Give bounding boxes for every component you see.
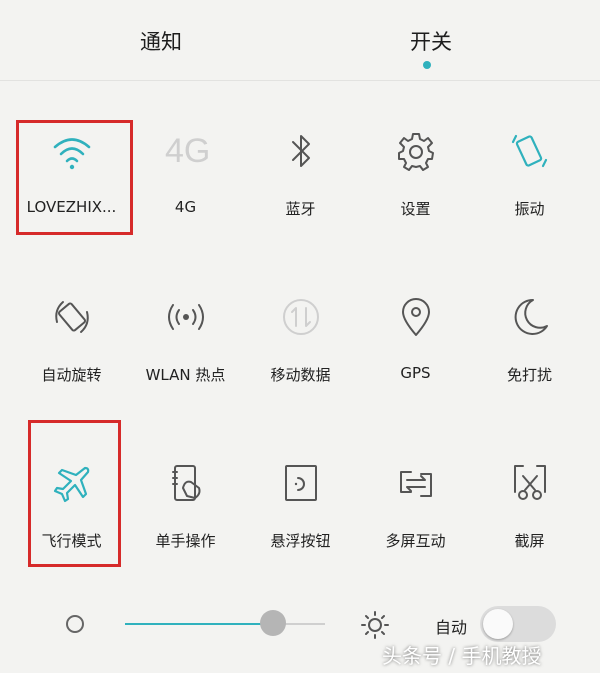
tile-4g[interactable]: 4G 4G xyxy=(128,110,243,230)
tile-vibrate[interactable]: 振动 xyxy=(472,110,587,230)
tile-floating-button[interactable]: 悬浮按钮 xyxy=(243,442,358,562)
tile-settings[interactable]: 设置 xyxy=(358,110,473,230)
tile-do-not-disturb[interactable]: 免打扰 xyxy=(472,276,587,396)
tile-screenshot[interactable]: 截屏 xyxy=(472,442,587,562)
tile-label: 飞行模式 xyxy=(41,532,102,550)
tile-auto-rotate[interactable]: 自动旋转 xyxy=(14,276,129,396)
tab-bar: 通知 开关 xyxy=(0,0,600,81)
tile-gps[interactable]: GPS xyxy=(358,276,473,396)
tab-switches[interactable]: 开关 xyxy=(410,26,452,56)
gear-icon xyxy=(395,130,437,172)
tile-label: 蓝牙 xyxy=(285,200,316,218)
tile-multi-screen[interactable]: 多屏互动 xyxy=(358,442,473,562)
tab-notifications[interactable]: 通知 xyxy=(140,26,182,56)
tile-label: 自动旋转 xyxy=(41,366,102,384)
auto-brightness-label: 自动 xyxy=(435,618,468,637)
tile-one-hand[interactable]: 单手操作 xyxy=(128,442,243,562)
tile-label: WLAN 热点 xyxy=(145,366,226,384)
brightness-slider[interactable] xyxy=(125,623,325,625)
tile-label: 移动数据 xyxy=(270,366,331,384)
floating-button-icon xyxy=(280,462,322,504)
multi-screen-icon xyxy=(395,462,437,504)
tile-label: LOVEZHIX... xyxy=(26,198,117,216)
4g-icon: 4G xyxy=(165,132,211,170)
active-tab-indicator xyxy=(423,61,431,69)
auto-brightness-toggle[interactable] xyxy=(480,606,556,642)
vibrate-icon xyxy=(509,130,551,172)
brightness-slider-thumb[interactable] xyxy=(260,610,286,636)
hotspot-icon xyxy=(165,296,207,338)
tile-label: 截屏 xyxy=(514,532,545,550)
brightness-low-icon xyxy=(66,615,84,633)
watermark: 头条号 / 手机教授 xyxy=(382,644,542,668)
screenshot-icon xyxy=(509,462,551,504)
toggle-knob xyxy=(483,609,513,639)
bluetooth-icon xyxy=(280,130,322,172)
tile-mobile-data[interactable]: 移动数据 xyxy=(243,276,358,396)
tile-airplane-mode[interactable]: 飞行模式 xyxy=(14,442,129,562)
wifi-icon xyxy=(51,130,93,172)
tile-label: 振动 xyxy=(514,200,545,218)
tile-label: 多屏互动 xyxy=(385,532,446,550)
tile-label: 单手操作 xyxy=(155,532,216,550)
tile-wifi[interactable]: LOVEZHIX... xyxy=(14,110,129,230)
tile-label: 4G xyxy=(174,198,197,216)
mobile-data-icon xyxy=(280,296,322,338)
brightness-slider-fill xyxy=(125,623,273,625)
tile-label: 免打扰 xyxy=(506,366,552,384)
tile-label: 悬浮按钮 xyxy=(270,532,331,550)
gps-icon xyxy=(395,296,437,338)
sun-icon xyxy=(360,610,390,640)
moon-icon xyxy=(509,296,551,338)
tile-label: 设置 xyxy=(400,200,431,218)
tile-bluetooth[interactable]: 蓝牙 xyxy=(243,110,358,230)
tile-hotspot[interactable]: WLAN 热点 xyxy=(128,276,243,396)
airplane-icon xyxy=(51,462,93,504)
auto-rotate-icon xyxy=(51,296,93,338)
one-hand-icon xyxy=(165,462,207,504)
tile-label: GPS xyxy=(400,364,431,382)
